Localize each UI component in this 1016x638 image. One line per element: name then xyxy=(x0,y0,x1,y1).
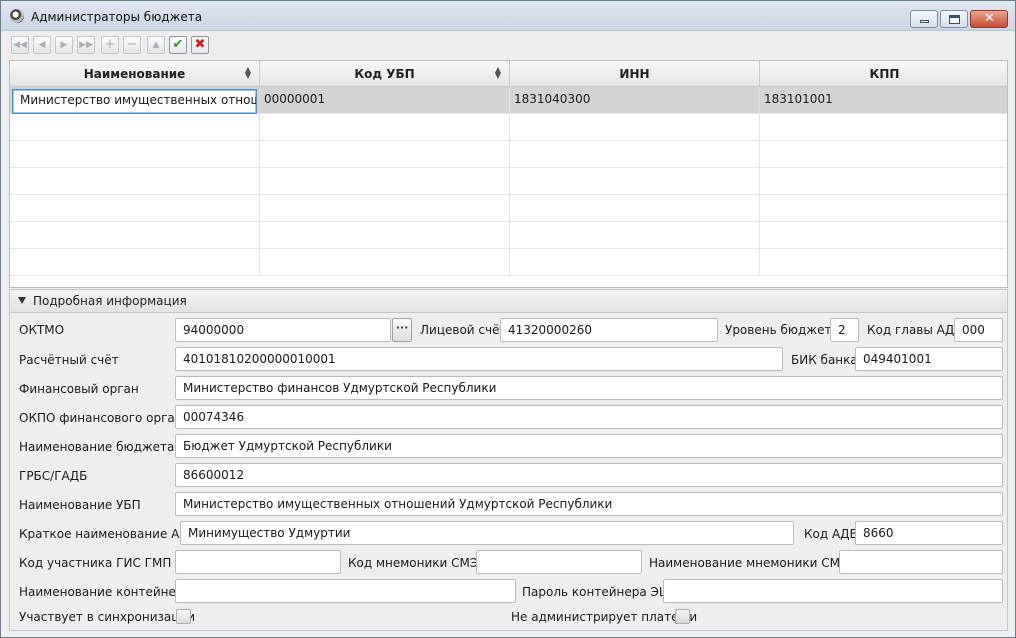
bik-label: БИК банка xyxy=(791,353,858,367)
oktmo-browse-button[interactable]: ··· xyxy=(392,318,412,342)
maximize-icon xyxy=(949,15,960,24)
table-row xyxy=(10,195,1007,222)
window-title: Администраторы бюджета xyxy=(31,10,203,24)
main-window: Администраторы бюджета ✕ ◀◀ ◀ ▶ ▶▶ + − ▲… xyxy=(0,0,1016,638)
grbs-field[interactable]: 86600012 xyxy=(175,463,1003,487)
bik-field[interactable]: 049401001 xyxy=(855,347,1003,371)
table-row xyxy=(10,141,1007,168)
table-cell-inn[interactable]: 1831040300 xyxy=(510,87,760,114)
apply-button[interactable]: ✔ xyxy=(169,36,187,54)
column-header-name[interactable]: Наименование ▲ ▼ xyxy=(10,61,260,87)
budget-level-label: Уровень бюджета xyxy=(725,323,839,337)
app-icon xyxy=(10,9,24,23)
short-name-label: Краткое наименование АДБ xyxy=(19,527,197,541)
column-header-label: ИНН xyxy=(619,67,650,81)
head-code-label: Код главы АДБ xyxy=(867,323,963,337)
column-header-label: КПП xyxy=(869,67,900,81)
column-header-kpp[interactable]: КПП xyxy=(760,61,1007,87)
no-payments-label: Не администрирует платежи xyxy=(511,610,698,624)
adb-code-field[interactable]: 8660 xyxy=(855,521,1003,545)
table-cell-ubp-code[interactable]: 00000001 xyxy=(260,87,510,114)
sync-checkbox[interactable] xyxy=(176,609,191,624)
next-record-button[interactable]: ▶ xyxy=(55,36,73,54)
sort-asc-icon: ▲ ▼ xyxy=(244,65,251,80)
remove-record-button[interactable]: − xyxy=(123,36,141,54)
settlement-account-field[interactable]: 40101810200000010001 xyxy=(175,347,783,371)
sync-label: Участвует в синхронизации xyxy=(19,610,196,624)
table-row xyxy=(10,114,1007,141)
smev-name-field[interactable] xyxy=(839,550,1003,574)
table-cell-kpp[interactable]: 183101001 xyxy=(760,87,1007,114)
account-field[interactable]: 41320000260 xyxy=(500,318,718,342)
grbs-label: ГРБС/ГАДБ xyxy=(19,469,88,483)
table-row xyxy=(10,222,1007,249)
adb-code-label: Код АДБ xyxy=(804,527,858,541)
container-name-field[interactable] xyxy=(175,579,516,603)
gis-gmp-label: Код участника ГИС ГМП xyxy=(19,556,172,570)
smev-code-field[interactable] xyxy=(476,550,642,574)
move-up-button[interactable]: ▲ xyxy=(147,36,165,54)
minimize-button[interactable] xyxy=(910,10,938,28)
administrators-table: Наименование ▲ ▼ Код УБП ▲ ▼ ИНН КПП Минис… xyxy=(9,60,1008,288)
okpo-field[interactable]: 00074346 xyxy=(175,405,1003,429)
prev-record-button[interactable]: ◀ xyxy=(33,36,51,54)
cancel-button[interactable]: ✖ xyxy=(191,36,209,54)
fin-org-field[interactable]: Министерство финансов Удмуртской Республ… xyxy=(175,376,1003,400)
close-button[interactable]: ✕ xyxy=(970,10,1008,28)
budget-name-field[interactable]: Бюджет Удмуртской Республики xyxy=(175,434,1003,458)
smev-name-label: Наименование мнемоники СМЭВ xyxy=(649,556,857,570)
minimize-icon xyxy=(920,20,929,23)
settlement-account-label: Расчётный счёт xyxy=(19,353,119,367)
first-record-button[interactable]: ◀◀ xyxy=(11,36,29,54)
short-name-field[interactable]: Минимущество Удмуртии xyxy=(180,521,794,545)
maximize-button[interactable] xyxy=(940,10,968,28)
table-header: Наименование ▲ ▼ Код УБП ▲ ▼ ИНН КПП xyxy=(10,61,1007,87)
details-form: ОКТМО 94000000 ··· Лицевой счёт 41320000… xyxy=(9,313,1008,631)
column-header-label: Код УБП xyxy=(354,67,415,81)
budget-name-label: Наименование бюджета xyxy=(19,440,175,454)
title-bar[interactable]: Администраторы бюджета ✕ xyxy=(1,1,1015,31)
container-password-field[interactable] xyxy=(663,579,1003,603)
head-code-field[interactable]: 000 xyxy=(954,318,1003,342)
smev-code-label: Код мнемоники СМЭВ xyxy=(348,556,487,570)
container-name-label: Наименование контейнера xyxy=(19,585,191,599)
collapse-triangle-icon xyxy=(18,297,26,304)
close-icon: ✕ xyxy=(984,11,995,26)
gis-gmp-field[interactable] xyxy=(175,550,341,574)
fin-org-label: Финансовый орган xyxy=(19,382,139,396)
table-row xyxy=(10,168,1007,195)
ubp-name-label: Наименование УБП xyxy=(19,498,141,512)
table-row[interactable]: Министерство имущественных отношени 0000… xyxy=(10,87,1007,114)
column-header-inn[interactable]: ИНН xyxy=(510,61,760,87)
no-payments-checkbox[interactable] xyxy=(675,609,690,624)
oktmo-field[interactable]: 94000000 xyxy=(175,318,391,342)
add-record-button[interactable]: + xyxy=(101,36,119,54)
details-title: Подробная информация xyxy=(33,294,187,308)
container-password-label: Пароль контейнера ЭЦП xyxy=(522,585,678,599)
sort-asc-icon: ▲ ▼ xyxy=(494,65,501,80)
ubp-name-field[interactable]: Министерство имущественных отношений Удм… xyxy=(175,492,1003,516)
table-cell-name[interactable]: Министерство имущественных отношени xyxy=(12,89,257,114)
details-section-header[interactable]: Подробная информация xyxy=(9,289,1008,313)
last-record-button[interactable]: ▶▶ xyxy=(77,36,95,54)
account-label: Лицевой счёт xyxy=(420,323,507,337)
table-row xyxy=(10,249,1007,276)
budget-level-field[interactable]: 2 xyxy=(830,318,859,342)
oktmo-label: ОКТМО xyxy=(19,323,65,337)
column-header-label: Наименование xyxy=(83,67,186,81)
okpo-label: ОКПО финансового органа xyxy=(19,411,190,425)
column-header-ubp-code[interactable]: Код УБП ▲ ▼ xyxy=(260,61,510,87)
